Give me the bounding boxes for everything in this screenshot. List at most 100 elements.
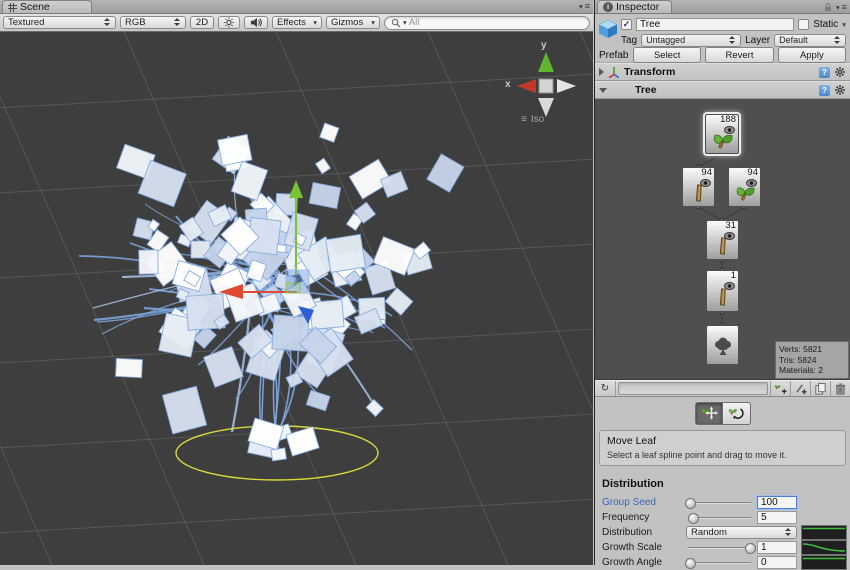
pane-menu-icon[interactable]: ≡ — [585, 1, 590, 11]
foldout-collapsed-icon[interactable] — [599, 68, 604, 76]
gizmo-x-axis-label[interactable]: x — [505, 79, 511, 90]
add-leaf-group-button[interactable] — [770, 381, 790, 396]
inspector-panel: i Inspector ▾ ≡ ✓ Static ▾ Tag Untagged … — [594, 0, 850, 565]
scene-search-input[interactable]: ▾ All — [384, 16, 590, 30]
visibility-eye-icon[interactable] — [724, 232, 735, 240]
visibility-eye-icon[interactable] — [746, 179, 757, 187]
distribution-row: Distribution Random — [602, 525, 847, 540]
tab-inspector[interactable]: i Inspector — [597, 0, 672, 13]
sun-icon — [223, 16, 235, 29]
tree-component-header[interactable]: Tree ? — [595, 81, 850, 99]
inspector-tabstrip: i Inspector ▾ ≡ — [595, 0, 850, 14]
delete-group-button[interactable] — [830, 381, 850, 396]
scene-3d-render[interactable] — [0, 32, 593, 565]
tree-node-leaf-94[interactable]: 94 — [728, 167, 761, 207]
pane-dropdown-icon[interactable]: ▾ — [836, 3, 840, 12]
visibility-eye-icon[interactable] — [724, 282, 735, 290]
scene-viewport[interactable]: y x ≡ Iso — [0, 32, 593, 565]
slider-handle[interactable] — [685, 558, 696, 569]
scene-tab-label: Scene — [20, 1, 50, 13]
growth-angle-field[interactable] — [757, 556, 797, 569]
updown-arrow-icon — [834, 36, 841, 45]
slider-handle[interactable] — [685, 498, 696, 509]
static-dropdown-icon[interactable]: ▾ — [842, 20, 846, 29]
visibility-eye-icon[interactable] — [700, 179, 711, 187]
distribution-dropdown[interactable]: Random — [686, 526, 797, 539]
tree-node-branch-1[interactable]: 1 — [706, 270, 739, 312]
render-mode-dropdown[interactable]: Textured — [3, 16, 116, 29]
move-leaf-tool-button[interactable] — [695, 402, 723, 425]
duplicate-group-button[interactable] — [810, 381, 830, 396]
growth-angle-slider[interactable] — [686, 558, 753, 568]
help-icon[interactable]: ? — [819, 67, 830, 78]
layer-dropdown[interactable]: Default — [774, 34, 846, 47]
inspector-tab-label: Inspector — [616, 1, 659, 13]
slider-handle[interactable] — [745, 543, 756, 554]
tree-node-graph[interactable]: 188 94 94 31 1 Verts: 5821 Tris: 5 — [595, 99, 850, 380]
prefab-select-button[interactable]: Select — [633, 47, 701, 63]
2d-label: 2D — [196, 17, 208, 28]
updown-arrow-icon — [729, 36, 736, 45]
growth-angle-curve-preview[interactable] — [801, 555, 847, 570]
growth-scale-slider[interactable] — [686, 543, 753, 553]
stats-tris: Tris: 5824 — [779, 355, 845, 366]
pane-menu-icon[interactable]: ≡ — [842, 2, 847, 12]
add-branch-group-button[interactable] — [790, 381, 810, 396]
group-seed-label: Group Seed — [602, 497, 682, 508]
scene-tabstrip: Scene ▾ ≡ — [0, 0, 593, 14]
tool-help-title: Move Leaf — [607, 435, 838, 447]
tab-scene[interactable]: Scene — [2, 0, 92, 13]
tree-root-icon — [711, 333, 735, 359]
effects-label: Effects — [277, 17, 310, 28]
frequency-field[interactable] — [757, 511, 797, 524]
gizmo-projection-toggle[interactable]: ≡ Iso — [521, 114, 544, 125]
tree-node-root[interactable] — [706, 325, 739, 365]
move-leaf-icon — [700, 404, 718, 422]
tree-node-branch-31[interactable]: 31 — [706, 220, 739, 260]
prefab-label: Prefab — [599, 50, 629, 61]
foldout-expanded-icon[interactable] — [599, 88, 607, 93]
effects-dropdown[interactable]: Effects ▾ — [272, 16, 322, 29]
gameobject-name-field[interactable] — [636, 18, 794, 31]
growth-scale-curve-preview[interactable] — [801, 540, 847, 555]
prefab-revert-button[interactable]: Revert — [705, 47, 773, 63]
lock-icon[interactable] — [822, 1, 834, 13]
growth-scale-field[interactable] — [757, 541, 797, 554]
tree-editor-toolbar: ↻ — [595, 380, 850, 397]
frequency-slider[interactable] — [686, 513, 753, 523]
search-filter-label: All — [409, 17, 420, 28]
transform-component-header[interactable]: Transform ? — [595, 63, 850, 81]
growth-scale-label: Growth Scale — [602, 542, 682, 553]
scene-pane-menu[interactable]: ▾ ≡ — [579, 1, 590, 11]
visibility-eye-icon[interactable] — [724, 126, 735, 134]
tree-node-branch-94[interactable]: 94 — [682, 167, 715, 207]
color-channel-dropdown[interactable]: RGB — [120, 16, 186, 29]
group-seed-slider[interactable] — [686, 498, 753, 508]
tree-node-leaf-188[interactable]: 188 — [705, 114, 739, 154]
slider-handle[interactable] — [688, 513, 699, 524]
refresh-button[interactable]: ↻ — [595, 381, 616, 396]
audio-toggle-button[interactable] — [244, 16, 268, 29]
group-seed-field[interactable] — [757, 496, 797, 509]
gear-icon[interactable] — [834, 66, 846, 78]
rotate-leaf-tool-button[interactable] — [723, 402, 751, 425]
mesh-stats-box: Verts: 5821 Tris: 5824 Materials: 2 — [775, 341, 849, 379]
gizmos-dropdown[interactable]: Gizmos ▾ — [326, 16, 380, 29]
inspector-pane-menu[interactable]: ▾ ≡ — [822, 1, 847, 13]
active-checkbox[interactable]: ✓ — [621, 19, 632, 30]
duplicate-icon — [814, 382, 827, 395]
gizmo-y-axis-label[interactable]: y — [541, 40, 547, 51]
prefab-apply-button[interactable]: Apply — [778, 47, 846, 63]
lighting-toggle-button[interactable] — [218, 16, 240, 29]
tool-help-box: Move Leaf Select a leaf spline point and… — [599, 430, 846, 466]
gear-icon[interactable] — [834, 84, 846, 96]
frequency-row: Frequency — [602, 510, 847, 525]
pane-dropdown-icon[interactable]: ▾ — [579, 2, 583, 11]
static-checkbox[interactable] — [798, 19, 809, 30]
group-seed-row: Group Seed — [602, 495, 847, 510]
distribution-curve-preview[interactable] — [801, 525, 847, 540]
2d-toggle-button[interactable]: 2D — [190, 16, 214, 29]
tag-dropdown[interactable]: Untagged — [641, 34, 741, 47]
updown-arrow-icon — [785, 528, 792, 537]
help-icon[interactable]: ? — [819, 85, 830, 96]
